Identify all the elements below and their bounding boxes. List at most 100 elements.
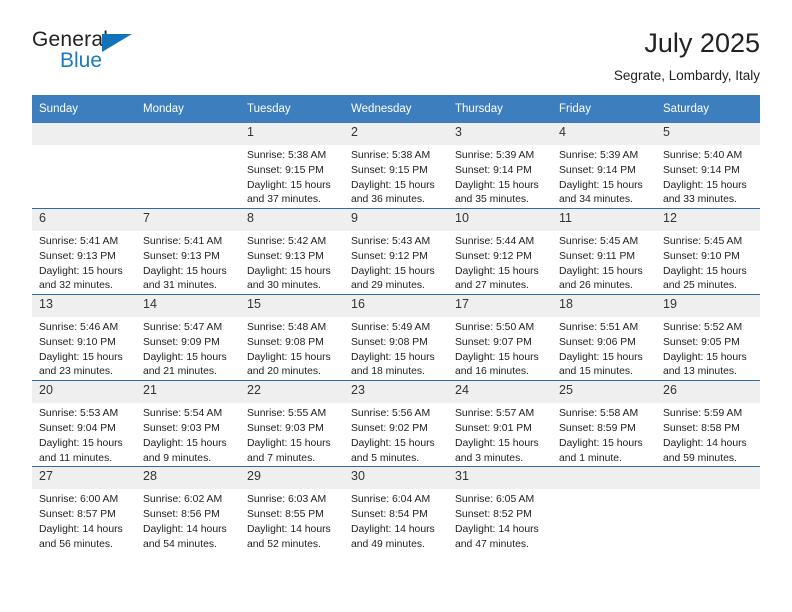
day-sun-info: Sunrise: 5:39 AM Sunset: 9:14 PM Daylight:…: [448, 145, 552, 208]
day-info-line: and 35 minutes.: [455, 194, 529, 206]
day-info-line: and 7 minutes.: [247, 452, 316, 464]
day-sun-info: Sunrise: 5:59 AM Sunset: 8:58 PM Daylight:…: [656, 403, 760, 466]
day-number: 26: [656, 381, 760, 404]
day-info-line: and 15 minutes.: [559, 366, 633, 378]
day-number: 14: [136, 295, 240, 318]
logo-text-blue: Blue: [60, 49, 103, 72]
day-info-line: Sunrise: 5:40 AM: [663, 150, 743, 162]
calendar-week-row: 6 Sunrise: 5:41 AM Sunset: 9:13 PM Daylight…: [32, 208, 760, 295]
day-info-line: Daylight: 15 hours: [455, 265, 539, 277]
day-info-line: Sunrise: 5:57 AM: [455, 408, 535, 420]
day-info-line: Sunset: 9:12 PM: [351, 250, 428, 262]
calendar-day-cell[interactable]: 30 Sunrise: 6:04 AM Sunset: 8:54 PM Dayligh…: [344, 466, 448, 553]
day-info-line: Sunrise: 5:46 AM: [39, 322, 119, 334]
day-info-line: Sunset: 9:08 PM: [351, 336, 428, 348]
calendar-day-cell[interactable]: 11 Sunrise: 5:45 AM Sunset: 9:11 PM Dayligh…: [552, 208, 656, 295]
day-number: 12: [656, 209, 760, 232]
calendar-day-cell[interactable]: 4 Sunrise: 5:39 AM Sunset: 9:14 PM Daylight…: [552, 123, 656, 209]
calendar-day-cell[interactable]: 8 Sunrise: 5:42 AM Sunset: 9:13 PM Daylight…: [240, 208, 344, 295]
weekday-header-saturday: Saturday: [656, 95, 760, 124]
calendar-day-cell[interactable]: 18 Sunrise: 5:51 AM Sunset: 9:06 PM Dayligh…: [552, 294, 656, 381]
day-number: 3: [448, 123, 552, 146]
day-sun-info: Sunrise: 5:46 AM Sunset: 9:10 PM Daylight:…: [32, 317, 136, 380]
day-info-line: Sunrise: 5:39 AM: [455, 150, 535, 162]
calendar-day-cell[interactable]: 23 Sunrise: 5:56 AM Sunset: 9:02 PM Dayligh…: [344, 380, 448, 467]
calendar-day-cell[interactable]: 2 Sunrise: 5:38 AM Sunset: 9:15 PM Daylight…: [344, 123, 448, 209]
day-info-line: Sunset: 9:07 PM: [455, 336, 532, 348]
day-info-line: and 21 minutes.: [143, 366, 217, 378]
calendar-day-cell[interactable]: 3 Sunrise: 5:39 AM Sunset: 9:14 PM Daylight…: [448, 123, 552, 209]
day-info-line: Sunset: 9:13 PM: [143, 250, 220, 262]
day-info-line: Daylight: 14 hours: [455, 523, 539, 535]
calendar-day-cell[interactable]: 12 Sunrise: 5:45 AM Sunset: 9:10 PM Dayligh…: [656, 208, 760, 295]
calendar-day-cell[interactable]: 14 Sunrise: 5:47 AM Sunset: 9:09 PM Dayligh…: [136, 294, 240, 381]
day-info-line: Daylight: 14 hours: [143, 523, 227, 535]
day-sun-info: Sunrise: 5:49 AM Sunset: 9:08 PM Daylight:…: [344, 317, 448, 380]
day-sun-info: Sunrise: 5:41 AM Sunset: 9:13 PM Daylight:…: [136, 231, 240, 294]
day-info-line: Daylight: 15 hours: [663, 265, 747, 277]
calendar-day-cell[interactable]: 29 Sunrise: 6:03 AM Sunset: 8:55 PM Dayligh…: [240, 466, 344, 553]
day-number: 7: [136, 209, 240, 232]
day-number: 20: [32, 381, 136, 404]
calendar-day-cell[interactable]: 25 Sunrise: 5:58 AM Sunset: 8:59 PM Dayligh…: [552, 380, 656, 467]
day-sun-info: Sunrise: 5:43 AM Sunset: 9:12 PM Daylight:…: [344, 231, 448, 294]
calendar-day-cell[interactable]: 7 Sunrise: 5:41 AM Sunset: 9:13 PM Daylight…: [136, 208, 240, 295]
day-number: 29: [240, 467, 344, 490]
day-info-line: Sunrise: 5:43 AM: [351, 236, 431, 248]
calendar-day-cell[interactable]: 1 Sunrise: 5:38 AM Sunset: 9:15 PM Daylight…: [240, 123, 344, 209]
day-info-line: and 56 minutes.: [39, 538, 113, 550]
calendar-day-cell[interactable]: 13 Sunrise: 5:46 AM Sunset: 9:10 PM Dayligh…: [32, 294, 136, 381]
day-info-line: Sunset: 8:59 PM: [559, 423, 636, 434]
calendar-day-cell[interactable]: 16 Sunrise: 5:49 AM Sunset: 9:08 PM Dayligh…: [344, 294, 448, 381]
calendar-day-cell[interactable]: 19 Sunrise: 5:52 AM Sunset: 9:05 PM Dayligh…: [656, 294, 760, 381]
day-number: 5: [656, 123, 760, 146]
day-info-line: Sunrise: 5:47 AM: [143, 322, 223, 334]
calendar-day-cell[interactable]: 10 Sunrise: 5:44 AM Sunset: 9:12 PM Dayligh…: [448, 208, 552, 295]
day-info-line: Daylight: 14 hours: [39, 523, 123, 535]
calendar-day-cell[interactable]: 9 Sunrise: 5:43 AM Sunset: 9:12 PM Daylight…: [344, 208, 448, 295]
calendar-day-cell[interactable]: 5 Sunrise: 5:40 AM Sunset: 9:14 PM Daylight…: [656, 123, 760, 209]
day-info-line: and 26 minutes.: [559, 280, 633, 292]
calendar-day-cell[interactable]: 6 Sunrise: 5:41 AM Sunset: 9:13 PM Daylight…: [32, 208, 136, 295]
calendar-day-cell[interactable]: 27 Sunrise: 6:00 AM Sunset: 8:57 PM Dayligh…: [32, 466, 136, 553]
calendar-day-cell[interactable]: 28 Sunrise: 6:02 AM Sunset: 8:56 PM Dayligh…: [136, 466, 240, 553]
weekday-header-row: Sunday Monday Tuesday Wednesday Thursday Frid…: [32, 95, 760, 124]
calendar-day-cell[interactable]: 17 Sunrise: 5:50 AM Sunset: 9:07 PM Dayligh…: [448, 294, 552, 381]
day-info-line: Sunset: 9:15 PM: [247, 164, 324, 176]
calendar-day-cell[interactable]: 21 Sunrise: 5:54 AM Sunset: 9:03 PM Dayligh…: [136, 380, 240, 467]
day-info-line: Sunrise: 6:02 AM: [143, 494, 223, 506]
day-info-line: Sunset: 9:09 PM: [143, 336, 220, 348]
day-info-line: Sunset: 9:10 PM: [663, 250, 740, 262]
day-info-line: Daylight: 15 hours: [559, 265, 643, 277]
day-info-line: and 9 minutes.: [143, 452, 212, 464]
day-info-line: Sunrise: 5:48 AM: [247, 322, 327, 334]
day-info-line: Sunrise: 5:38 AM: [247, 150, 327, 162]
day-number: [552, 467, 656, 490]
day-sun-info: Sunrise: 5:47 AM Sunset: 9:09 PM Daylight:…: [136, 317, 240, 380]
day-info-line: and 27 minutes.: [455, 280, 529, 292]
day-info-line: Daylight: 15 hours: [143, 437, 227, 449]
day-number: 8: [240, 209, 344, 232]
day-number: 24: [448, 381, 552, 404]
day-info-line: and 33 minutes.: [663, 194, 737, 206]
day-sun-info: Sunrise: 5:57 AM Sunset: 9:01 PM Daylight:…: [448, 403, 552, 466]
calendar-day-cell-empty: [32, 123, 136, 209]
calendar-day-cell-empty: [656, 466, 760, 553]
calendar-day-cell[interactable]: 15 Sunrise: 5:48 AM Sunset: 9:08 PM Dayligh…: [240, 294, 344, 381]
day-info-line: Sunrise: 5:42 AM: [247, 236, 327, 248]
day-info-line: Sunrise: 5:38 AM: [351, 150, 431, 162]
day-info-line: Sunset: 9:10 PM: [39, 336, 116, 348]
general-blue-logo: General Blue: [32, 28, 152, 76]
calendar-day-cell[interactable]: 20 Sunrise: 5:53 AM Sunset: 9:04 PM Dayligh…: [32, 380, 136, 467]
calendar-day-cell[interactable]: 26 Sunrise: 5:59 AM Sunset: 8:58 PM Dayligh…: [656, 380, 760, 467]
calendar-day-cell-empty: [136, 123, 240, 209]
calendar-day-cell[interactable]: 22 Sunrise: 5:55 AM Sunset: 9:03 PM Dayligh…: [240, 380, 344, 467]
calendar-week-row: 13 Sunrise: 5:46 AM Sunset: 9:10 PM Dayligh…: [32, 294, 760, 381]
day-info-line: and 20 minutes.: [247, 366, 321, 378]
calendar-day-cell[interactable]: 31 Sunrise: 6:05 AM Sunset: 8:52 PM Dayligh…: [448, 466, 552, 553]
calendar-day-cell[interactable]: 24 Sunrise: 5:57 AM Sunset: 9:01 PM Dayligh…: [448, 380, 552, 467]
day-info-line: and 11 minutes.: [39, 452, 113, 464]
day-info-line: Daylight: 15 hours: [663, 351, 747, 363]
day-info-line: Sunset: 9:13 PM: [247, 250, 324, 262]
day-number: 15: [240, 295, 344, 318]
